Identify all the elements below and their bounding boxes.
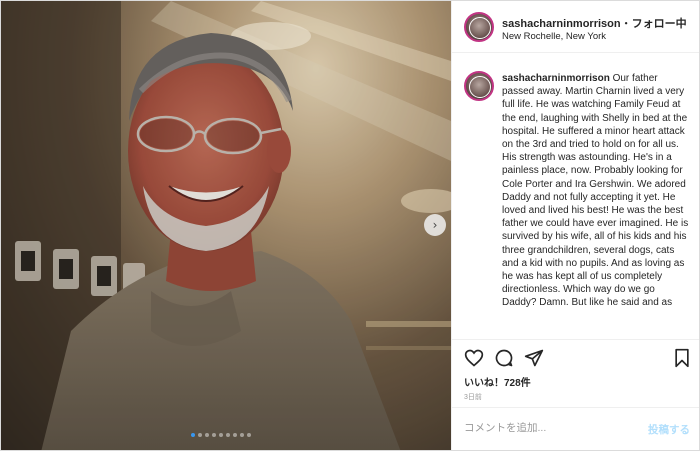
caption-text: Our father passed away. Martin Charnin l… — [502, 73, 689, 309]
comment-bubble-icon[interactable] — [494, 348, 514, 368]
bookmark-icon[interactable] — [672, 348, 692, 368]
carousel-dot — [212, 433, 216, 437]
photo-illustration — [1, 1, 451, 450]
carousel-dot — [226, 433, 230, 437]
following-button[interactable]: フォロー中 — [632, 18, 687, 30]
post-photo[interactable]: › — [1, 1, 451, 450]
comments-scroll-area[interactable]: sashacharninmorrison Our father passed a… — [452, 54, 699, 339]
post-side-panel: sashacharninmorrison・フォロー中 New Rochelle,… — [451, 1, 699, 450]
header-separator: ・ — [620, 18, 632, 30]
carousel-dot — [247, 433, 251, 437]
carousel-indicator — [191, 433, 251, 437]
action-bar — [452, 339, 699, 375]
carousel-dot — [219, 433, 223, 437]
header-user-line: sashacharninmorrison・フォロー中 — [502, 15, 687, 31]
post-header: sashacharninmorrison・フォロー中 New Rochelle,… — [452, 1, 699, 53]
comment-input[interactable] — [464, 422, 634, 434]
post-comment-button[interactable]: 投稿する — [648, 422, 690, 437]
carousel-dot — [233, 433, 237, 437]
instagram-post-modal: › sashacharninmorrison・フォロー中 New Rochell… — [0, 0, 700, 451]
avatar[interactable] — [464, 12, 494, 42]
carousel-dot — [191, 433, 195, 437]
heart-icon[interactable] — [464, 348, 484, 368]
add-comment-row: 投稿する — [452, 407, 699, 450]
next-image-button[interactable]: › — [424, 214, 446, 236]
chevron-right-icon: › — [432, 218, 438, 232]
carousel-dot — [240, 433, 244, 437]
location-link[interactable]: New Rochelle, New York — [502, 31, 606, 42]
header-username[interactable]: sashacharninmorrison — [502, 18, 621, 30]
likes-count[interactable]: いいね！728件 — [464, 374, 531, 389]
post-date[interactable]: 3日前 — [464, 392, 482, 402]
carousel-dot — [205, 433, 209, 437]
paper-plane-icon[interactable] — [524, 348, 544, 368]
post-caption: sashacharninmorrison Our father passed a… — [502, 72, 692, 310]
caption-username[interactable]: sashacharninmorrison — [502, 73, 610, 84]
carousel-dot — [198, 433, 202, 437]
caption-avatar[interactable] — [464, 71, 494, 101]
